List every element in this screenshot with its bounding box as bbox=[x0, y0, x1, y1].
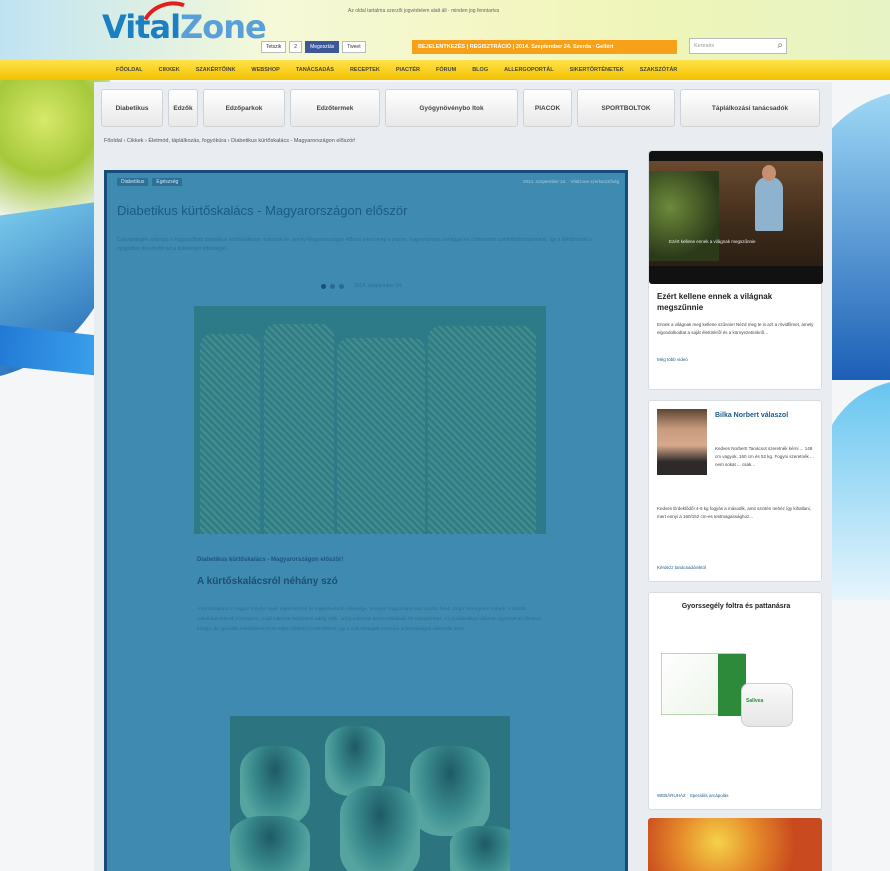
product-title[interactable]: Gyorssegély foltra és pattanásra bbox=[649, 601, 823, 612]
nav-item-receptek[interactable]: RECEPTEK bbox=[342, 60, 388, 80]
expert-name[interactable]: Bilka Norbert válaszol bbox=[715, 411, 815, 421]
video-player[interactable]: Ezért kellene ennek a világnak megszűnni… bbox=[649, 151, 823, 284]
top-note: Az oldal tartalma szerzői jogvédelem ala… bbox=[348, 8, 500, 14]
pot-shape bbox=[340, 786, 420, 871]
video-info: Ezért kellene ennek a világnak megszűnni… bbox=[657, 291, 815, 362]
ask-expert-link[interactable]: Kérdezz tanácsadóinktól bbox=[657, 565, 706, 570]
search-input[interactable]: Keresés ⌕ bbox=[689, 38, 787, 54]
category-sportboltok[interactable]: SPORTBOLTOK bbox=[577, 89, 675, 127]
avatar bbox=[657, 409, 707, 475]
article-subtitle: Diabetikus kürtőskalács - Magyarországon… bbox=[197, 557, 344, 563]
expert-widget: Bilka Norbert válaszol Kedves Norbert! T… bbox=[648, 400, 822, 582]
nav-item-tanacsadas[interactable]: TANÁCSADÁS bbox=[288, 60, 342, 80]
video-head bbox=[762, 165, 776, 181]
video-caption: Ezért kellene ennek a világnak megszűnni… bbox=[669, 239, 756, 244]
nav-item-cikkek[interactable]: CIKKEK bbox=[151, 60, 188, 80]
breadcrumb[interactable]: Főoldal › Cikkek › Életmód, táplálkozás,… bbox=[104, 138, 356, 144]
main-navigation: FŐOLDAL CIKKEK SZAKÉRTŐINK WEBSHOP TANÁC… bbox=[0, 60, 890, 80]
nav-item-blog[interactable]: BLOG bbox=[464, 60, 496, 80]
product-brand-label: Sallvea bbox=[746, 698, 764, 704]
article-overlay: Diabetikus Egészség 2014. szeptember 24.… bbox=[107, 173, 625, 871]
video-person bbox=[755, 177, 783, 231]
search-icon[interactable]: ⌕ bbox=[777, 39, 783, 53]
roll-shape bbox=[428, 326, 536, 534]
slide-date: 2014. szeptember 24. bbox=[354, 283, 403, 289]
video-title[interactable]: Ezért kellene ennek a világnak megszűnni… bbox=[657, 291, 815, 313]
product-jar-image: Sallvea bbox=[741, 683, 793, 727]
video-plant bbox=[649, 171, 719, 261]
like-count: 2 bbox=[289, 41, 303, 53]
nav-item-szakszotar[interactable]: SZAKSZÓTÁR bbox=[632, 60, 686, 80]
food-image[interactable] bbox=[648, 818, 822, 871]
category-edzok[interactable]: Edzők bbox=[168, 89, 198, 127]
expert-question: Kedves Norbert! Tanácsot szeretnék kérni… bbox=[715, 446, 814, 467]
site-header: VitalZone Az oldal tartalma szerzői jogv… bbox=[0, 0, 890, 61]
article-tags: Diabetikus Egészség bbox=[117, 178, 183, 186]
facebook-share-button[interactable]: Megosztás bbox=[305, 41, 340, 53]
article-image-pots bbox=[230, 716, 510, 871]
article-tag[interactable]: Diabetikus bbox=[117, 178, 149, 186]
more-videos-link[interactable]: Még több videó bbox=[657, 357, 815, 362]
category-edzotermek[interactable]: Edzőtermek bbox=[290, 89, 380, 127]
nav-item-forum[interactable]: FÓRUM bbox=[428, 60, 464, 80]
article-tag[interactable]: Egészség bbox=[152, 178, 183, 186]
roll-shape bbox=[264, 324, 334, 534]
slider-dots: 2014. szeptember 24. bbox=[321, 283, 402, 289]
nav-item-webshop[interactable]: WEBSHOP bbox=[243, 60, 287, 80]
nav-item-fooldal[interactable]: FŐOLDAL bbox=[108, 60, 151, 80]
article-body: A kürtőskalács a magyar konyha egyik leg… bbox=[197, 607, 541, 632]
pot-shape bbox=[410, 746, 490, 836]
like-button[interactable]: Tetszik bbox=[261, 41, 287, 53]
article-image-rolls bbox=[194, 306, 546, 534]
slider-dot-2[interactable] bbox=[330, 283, 335, 289]
pot-shape bbox=[450, 826, 510, 871]
article: Diabetikus Egészség 2014. szeptember 24.… bbox=[104, 170, 628, 871]
category-piacok[interactable]: PIACOK bbox=[523, 89, 572, 127]
product-box-image bbox=[661, 653, 746, 716]
video-widget: Ezért kellene ennek a világnak megszűnni… bbox=[648, 150, 823, 390]
category-edzoparkok[interactable]: Edzőparkok bbox=[203, 89, 285, 127]
nav-item-szakertoink[interactable]: SZAKÉRTŐINK bbox=[188, 60, 244, 80]
category-taplalkozasi-tanacsadok[interactable]: Táplálkozási tanácsadók bbox=[680, 89, 820, 127]
category-gyogynovenyboltok[interactable]: Gyógynövénybo ltok bbox=[385, 89, 518, 127]
tweet-button[interactable]: Tweet bbox=[342, 41, 366, 53]
slider-dot-3[interactable] bbox=[339, 283, 344, 289]
pot-shape bbox=[230, 816, 310, 871]
expert-answer: Kedves Érdeklődő! 4-6 kg fogyás a másodi… bbox=[657, 506, 811, 519]
category-diabetikus[interactable]: Diabetikus bbox=[101, 89, 163, 127]
nav-item-sikertortenetek[interactable]: SIKERTÖRTÉNETEK bbox=[562, 60, 632, 80]
product-widget: Gyorssegély foltra és pattanásra Sallvea… bbox=[648, 592, 822, 810]
nav-item-allergoportal[interactable]: ALLERGOPORTÁL bbox=[496, 60, 562, 80]
search-placeholder: Keresés bbox=[694, 43, 715, 49]
roll-shape bbox=[337, 338, 425, 534]
article-meta: 2014. szeptember 24. · Vitalzone szerkes… bbox=[523, 179, 619, 184]
article-title: Diabetikus kürtőskalács - Magyarországon… bbox=[117, 203, 408, 218]
slider-dot-1[interactable] bbox=[321, 283, 326, 289]
article-section-title: A kürtőskalácsról néhány szó bbox=[197, 576, 338, 587]
pot-shape bbox=[240, 746, 310, 826]
page: VitalZone Az oldal tartalma szerzői jogv… bbox=[0, 0, 890, 871]
nav-item-piacter[interactable]: PIACTÉR bbox=[388, 60, 428, 80]
social-buttons: Tetszik 2 Megosztás Tweet bbox=[261, 40, 366, 54]
video-text: Ennek a világnak meg kellene szűnnie! Né… bbox=[657, 322, 814, 335]
article-lead: Cukorbetegek számára is fogyasztható dia… bbox=[117, 237, 593, 252]
roll-shape bbox=[200, 334, 260, 534]
category-navigation: Diabetikus Edzők Edzőparkok Edzőtermek G… bbox=[101, 89, 823, 129]
product-link[interactable]: WEBÁRUHÁZ · Speciális arcápolás bbox=[657, 793, 729, 798]
top-links[interactable]: BEJELENTKEZÉS | REGISZTRÁCIÓ | 2014. Sze… bbox=[412, 40, 677, 54]
